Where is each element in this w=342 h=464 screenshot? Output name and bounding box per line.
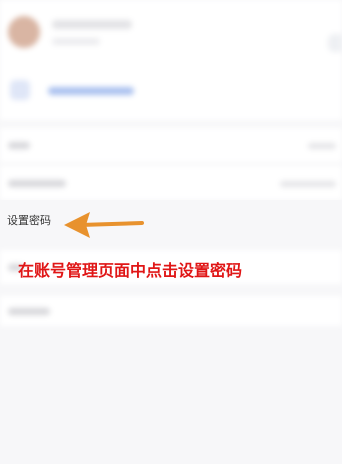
set-password-label: 设置密码: [7, 214, 51, 227]
arrow-left-icon: [64, 212, 144, 238]
settings-row-5-label: [8, 308, 50, 315]
settings-row-1-value: [308, 143, 336, 149]
instruction-annotation: 在账号管理页面中点击设置密码: [18, 261, 243, 280]
settings-row-2[interactable]: [0, 166, 342, 200]
profile-chevron[interactable]: [328, 34, 342, 52]
profile-subtitle-placeholder: [52, 38, 100, 45]
settings-row-1[interactable]: [0, 128, 342, 162]
settings-row-2-value: [280, 181, 336, 187]
linked-account-link[interactable]: [48, 87, 134, 95]
account-management-screen: 设置密码 在账号管理页面中点击设置密码: [0, 0, 342, 464]
set-password-row[interactable]: 设置密码: [0, 200, 342, 244]
settings-row-5[interactable]: [0, 296, 342, 326]
settings-row-2-label: [8, 180, 66, 187]
settings-row-1-label: [8, 142, 30, 149]
profile-name-placeholder: [52, 20, 132, 29]
avatar[interactable]: [8, 16, 40, 48]
profile-card[interactable]: [0, 0, 342, 120]
link-icon: [10, 80, 30, 100]
arrow-shaft: [78, 221, 144, 227]
